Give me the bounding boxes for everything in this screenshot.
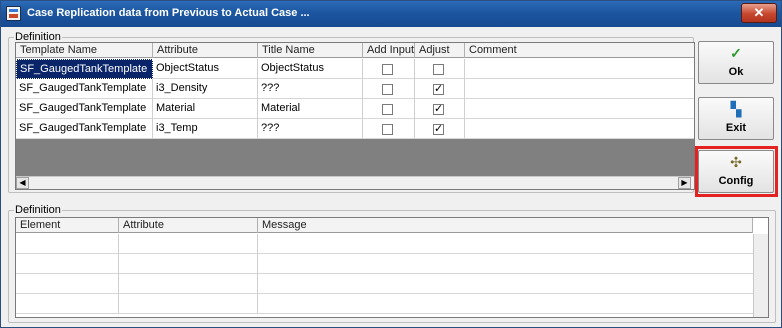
exit-door-icon: ▚ [730,101,742,117]
col-element[interactable]: Element [16,218,119,233]
cell-adjust: ✓ [415,79,465,99]
config-button-label: Config [718,175,754,187]
cell-comment[interactable] [465,59,694,79]
col-adjust[interactable]: Adjust [415,43,465,58]
cell-add-input [363,99,415,119]
col-message[interactable]: Message [258,218,753,233]
add-input-checkbox[interactable] [382,64,393,75]
definition-grid[interactable]: Template Name Attribute Title Name Add I… [15,42,695,190]
scroll-left-icon[interactable]: ◀ [16,177,29,189]
dialog-window: Case Replication data from Previous to A… [0,0,782,328]
cell-add-input [363,79,415,99]
vertical-scrollbar[interactable] [753,234,768,317]
adjust-checkbox[interactable] [433,64,444,75]
col-attribute[interactable]: Attribute [153,43,258,58]
adjust-checkbox[interactable]: ✓ [433,124,444,135]
col-template-name[interactable]: Template Name [16,43,153,58]
cell-attribute[interactable]: Material [153,99,258,119]
close-button[interactable]: ✕ [741,3,777,23]
message-grid[interactable]: Element Attribute Message [15,217,769,318]
cell-add-input [363,119,415,139]
cell-title-name[interactable]: Material [258,99,363,119]
add-input-checkbox[interactable] [382,84,393,95]
exit-button[interactable]: ▚ Exit [698,97,774,140]
col-attribute[interactable]: Attribute [119,218,258,233]
cell-comment[interactable] [465,79,694,99]
cell-template-name[interactable]: SF_GaugedTankTemplate [16,119,153,139]
table-row[interactable]: SF_GaugedTankTemplate ObjectStatus Objec… [16,59,694,79]
cell-template-name[interactable]: SF_GaugedTankTemplate [16,79,153,99]
cell-attribute[interactable]: i3_Temp [153,119,258,139]
cell-title-name[interactable]: ObjectStatus [258,59,363,79]
col-comment[interactable]: Comment [465,43,694,58]
exit-button-label: Exit [725,122,747,134]
table-row [16,254,753,274]
cell-title-name[interactable]: ??? [258,119,363,139]
app-icon [6,6,21,21]
adjust-checkbox[interactable]: ✓ [433,104,444,115]
table-row [16,234,753,254]
table-row[interactable]: SF_GaugedTankTemplate i3_Density ??? ✓ [16,79,694,99]
cell-add-input [363,59,415,79]
definition-legend-bottom: Definition [15,204,61,216]
cell-adjust: ✓ [415,99,465,119]
cell-comment[interactable] [465,119,694,139]
message-grid-header: Element Attribute Message [16,218,753,233]
ok-button-label: Ok [728,66,744,78]
col-title-name[interactable]: Title Name [258,43,363,58]
cell-adjust: ✓ [415,119,465,139]
adjust-checkbox[interactable]: ✓ [433,84,444,95]
window-title: Case Replication data from Previous to A… [27,7,310,19]
horizontal-scrollbar[interactable]: ◀ ▶ [16,176,694,189]
config-button[interactable]: ✣ Config [698,150,774,193]
cell-adjust [415,59,465,79]
cell-attribute[interactable]: i3_Density [153,79,258,99]
cell-template-name[interactable]: SF_GaugedTankTemplate [16,59,153,79]
grid-header: Template Name Attribute Title Name Add I… [16,43,694,58]
ok-button[interactable]: ✓ Ok [698,41,774,84]
title-bar[interactable]: Case Replication data from Previous to A… [1,1,781,27]
table-row[interactable]: SF_GaugedTankTemplate Material Material … [16,99,694,119]
table-row [16,274,753,294]
scroll-right-icon[interactable]: ▶ [678,177,691,189]
cell-attribute[interactable]: ObjectStatus [153,59,258,79]
col-add-input[interactable]: Add Input [363,43,415,58]
add-input-checkbox[interactable] [382,104,393,115]
cell-comment[interactable] [465,99,694,119]
checkmark-icon: ✓ [730,45,742,61]
gears-icon: ✣ [730,154,742,170]
table-row [16,294,753,314]
table-row[interactable]: SF_GaugedTankTemplate i3_Temp ??? ✓ [16,119,694,139]
cell-title-name[interactable]: ??? [258,79,363,99]
add-input-checkbox[interactable] [382,124,393,135]
cell-template-name[interactable]: SF_GaugedTankTemplate [16,99,153,119]
grid-empty-area [16,139,694,176]
